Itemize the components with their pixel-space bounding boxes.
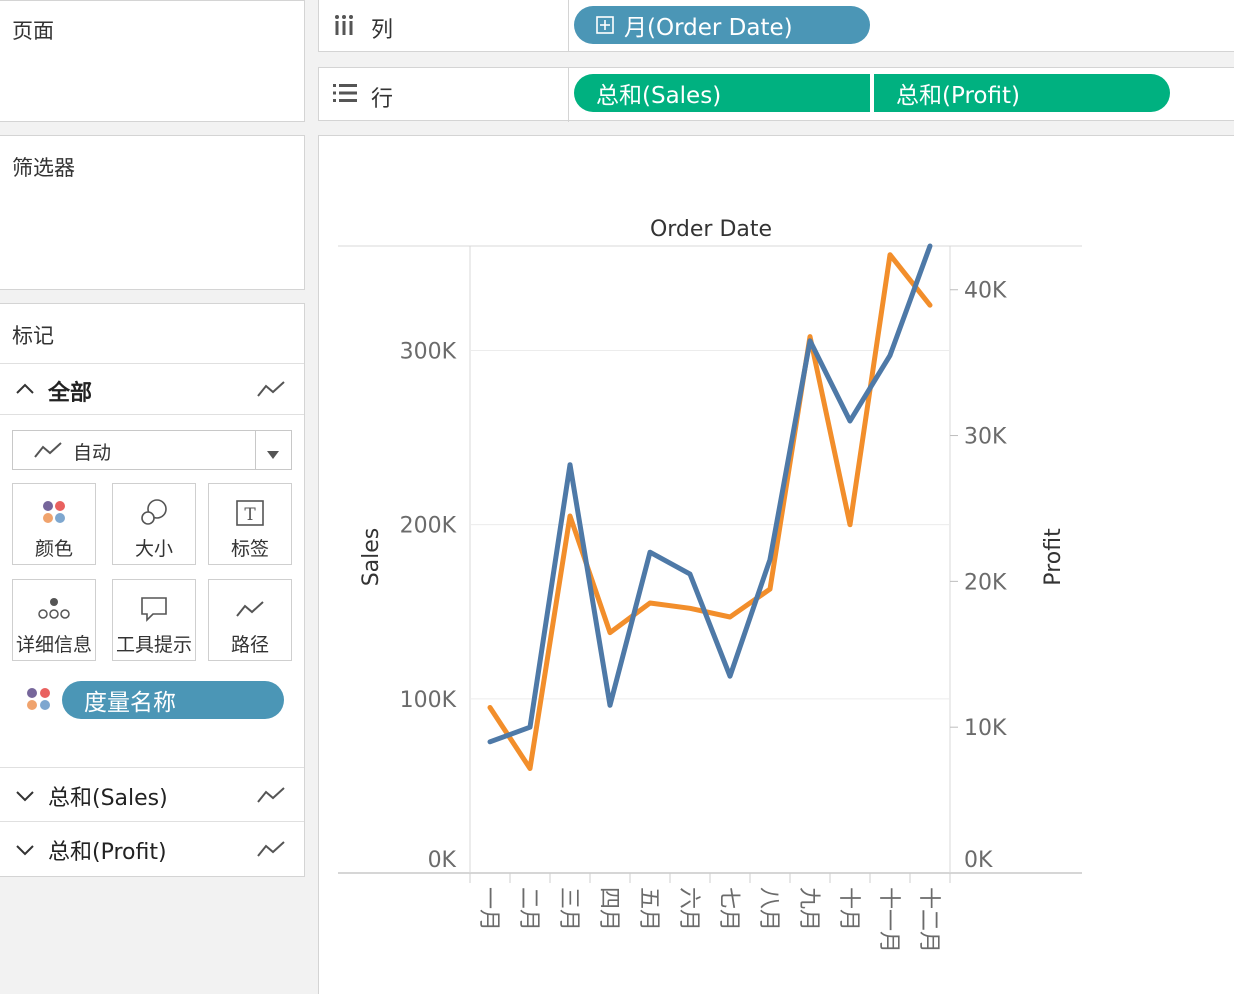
mark-type-dropdown[interactable]: 自动 [12,430,292,470]
month-order-date-pill[interactable]: 月(Order Date) [574,6,870,44]
expand-plus-icon[interactable] [596,16,614,34]
month-order-date-label: 月(Order Date) [624,15,793,41]
size-button[interactable]: 大小 [112,483,196,565]
y-right-tick-label: 0K [964,848,993,873]
x-tick-label: 八月 [756,887,781,931]
x-tick-label: 十一月 [876,887,901,953]
tooltip-label: 工具提示 [115,634,192,656]
marks-all-row[interactable]: 全部 [0,364,304,414]
line-mark-icon [256,784,286,810]
color-dots-icon [24,685,54,719]
detail-button[interactable]: 详细信息 [12,579,96,661]
marks-all-label: 全部 [48,381,93,406]
color-label: 颜色 [34,538,73,560]
filters-title: 筛选器 [12,156,75,180]
profit-section-label: 总和(Profit) [48,840,167,865]
line-mark-icon [33,440,63,464]
detail-label: 详细信息 [15,634,92,656]
svg-text:T: T [244,505,256,525]
filters-card[interactable]: 筛选器 [0,135,305,290]
rows-icon [333,83,357,107]
line-mark-icon [256,378,286,404]
marks-card: 标记 全部 自动 颜色 大小 T 标签 详细信息 工具提示 路径 度量名称 总和… [0,303,305,877]
speech-bubble-icon [139,594,169,624]
divider [0,414,304,415]
caret-down-icon[interactable] [265,445,281,464]
profit-section-row[interactable]: 总和(Profit) [0,822,304,875]
dropdown-divider [255,431,256,469]
size-circles-icon [138,498,170,528]
color-button[interactable]: 颜色 [12,483,96,565]
sum-profit-pill[interactable]: 总和(Profit) [874,74,1170,112]
y-left-tick-label: 300K [400,340,457,365]
chart-title: Order Date [650,217,772,242]
x-tick-label: 七月 [716,887,741,931]
sales-section-row[interactable]: 总和(Sales) [0,768,304,821]
tooltip-button[interactable]: 工具提示 [112,579,196,661]
label-label: 标签 [230,538,269,560]
x-tick-label: 九月 [796,887,821,931]
y-right-tick-label: 20K [964,570,1007,595]
x-tick-label: 四月 [596,887,621,931]
x-tick-label: 十月 [836,887,861,931]
line-chart[interactable]: Order Date Sales Profit 300K 200K 100K 0K 40… [320,136,1234,994]
y-right-tick-label: 30K [964,425,1007,450]
x-tick-label: 五月 [636,887,661,931]
detail-dots-icon [37,594,71,624]
columns-icon [333,14,355,40]
x-tick-label: 一月 [476,887,501,931]
y-left-tick-label: 200K [400,514,457,539]
x-tick-label: 十二月 [916,887,941,953]
divider [568,0,569,52]
path-line-icon [235,594,265,624]
y-right-tick-label: 40K [964,279,1007,304]
y-left-tick-label: 0K [428,848,457,873]
path-button[interactable]: 路径 [208,579,292,661]
y-right-tick-label: 10K [964,716,1007,741]
chevron-down-icon[interactable] [14,839,36,865]
columns-label: 列 [371,18,394,43]
text-label-icon: T [235,498,265,528]
sales-series-line [487,252,933,771]
y-left-tick-label: 100K [400,688,457,713]
divider [568,68,569,122]
measure-names-pill[interactable]: 度量名称 [62,681,284,719]
size-label: 大小 [134,538,173,560]
y-axis-right-title: Profit [1041,528,1066,586]
x-tick-label: 六月 [676,887,701,931]
color-dots-icon [39,498,69,528]
rows-label: 行 [371,87,394,112]
mark-type-label: 自动 [73,442,112,464]
x-tick-label: 三月 [556,887,581,931]
sales-section-label: 总和(Sales) [48,786,168,811]
pages-card: 页面 [0,0,305,122]
x-tick-label: 二月 [516,887,541,931]
path-label: 路径 [230,634,269,656]
marks-title: 标记 [12,324,54,348]
profit-series-line [487,243,933,745]
line-mark-icon [256,838,286,864]
y-axis-left-title: Sales [359,528,384,587]
pages-title: 页面 [12,19,54,43]
chevron-down-icon[interactable] [14,785,36,811]
label-button[interactable]: T 标签 [208,483,292,565]
sum-sales-pill[interactable]: 总和(Sales) [574,74,870,112]
chevron-up-icon[interactable] [14,378,36,404]
